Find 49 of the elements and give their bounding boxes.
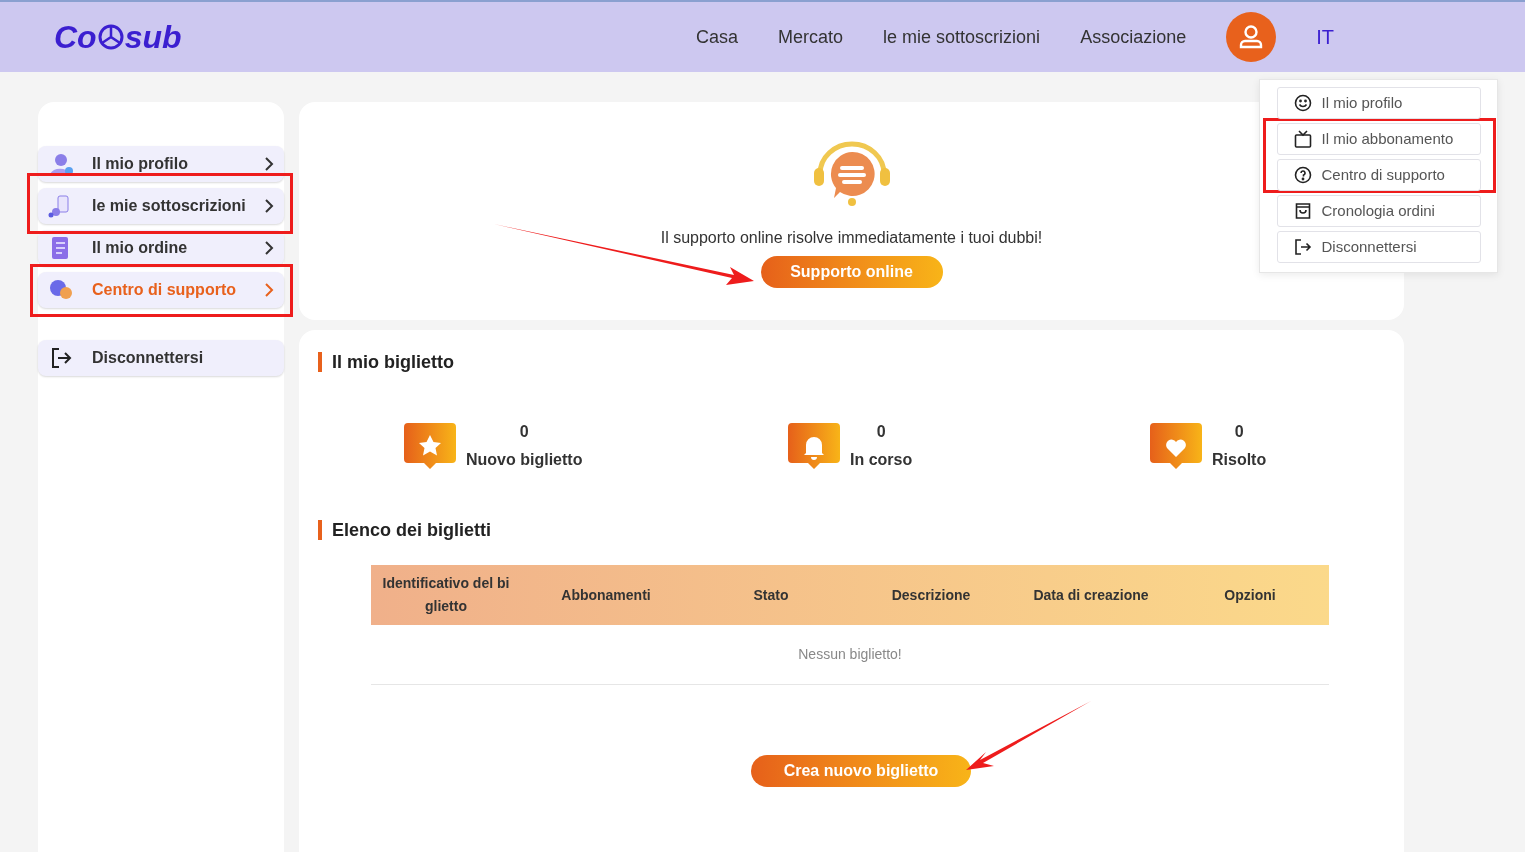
column-header: Abbonamenti	[560, 585, 652, 605]
ticket-status-label: Nuovo biglietto	[466, 450, 583, 470]
support-message: Il supporto online risolve immediatamente i tuoi dubbi!	[660, 228, 1043, 248]
sidebar-item[interactable]: Disconnettersi	[38, 340, 284, 376]
user-avatar-button[interactable]	[1226, 12, 1277, 62]
chevron-right-icon	[264, 241, 274, 255]
tv-icon	[1293, 130, 1312, 148]
menu-item[interactable]: Disconnettersi	[1276, 231, 1481, 263]
sidebar-item[interactable]: Il mio profilo	[38, 146, 284, 182]
column-header: Opzioni	[1223, 585, 1277, 605]
support-illustration-icon	[48, 278, 74, 302]
user-icon	[1238, 24, 1265, 50]
help-icon	[1293, 166, 1312, 184]
menu-item[interactable]: Il mio profilo	[1276, 87, 1481, 119]
empty-message: Nessun biglietto!	[371, 625, 1329, 685]
sidebar-item[interactable]: le mie sottoscrizioni	[38, 188, 284, 224]
ticket-count: 0	[1234, 422, 1244, 442]
menu-item[interactable]: Il mio abbonamento	[1276, 123, 1481, 155]
ticket-status-label: In corso	[850, 450, 913, 470]
section-title: Il mio biglietto	[318, 352, 1404, 372]
menu-item[interactable]: Cronologia ordini	[1276, 195, 1481, 227]
column-header: Identificativo del biglietto	[381, 574, 511, 616]
logout-icon	[1293, 238, 1312, 256]
logout-icon	[50, 347, 72, 369]
chevron-right-icon	[264, 157, 274, 171]
language-selector[interactable]: IT	[1316, 22, 1334, 52]
star-icon	[404, 423, 456, 469]
ticket-status-label: Risolto	[1212, 450, 1267, 470]
smiley-icon	[1293, 94, 1312, 112]
bell-icon	[788, 423, 840, 469]
section-title: Elenco dei biglietti	[318, 520, 1404, 540]
logo-text: Co	[54, 18, 97, 57]
menu-item[interactable]: Centro di supporto	[1276, 159, 1481, 191]
profile-illustration-icon	[48, 152, 74, 176]
column-header: Stato	[752, 585, 790, 605]
ticket-count: 0	[519, 422, 529, 442]
nav-link[interactable]: Associazione	[1080, 23, 1187, 51]
chevron-right-icon	[264, 199, 274, 213]
nav-link[interactable]: Mercato	[778, 23, 844, 51]
shopping-bag-icon	[1293, 202, 1312, 220]
chevron-right-icon	[264, 283, 274, 297]
ticket-count: 0	[876, 422, 886, 442]
nav-link[interactable]: le mie sottoscrizioni	[883, 23, 1041, 51]
logo-text: sub	[124, 18, 182, 57]
heart-icon	[1150, 423, 1202, 469]
column-header: Data di creazione	[1032, 585, 1150, 605]
logo-icon	[96, 23, 125, 51]
nav-link[interactable]: Casa	[696, 23, 739, 51]
column-header: Descrizione	[890, 585, 972, 605]
